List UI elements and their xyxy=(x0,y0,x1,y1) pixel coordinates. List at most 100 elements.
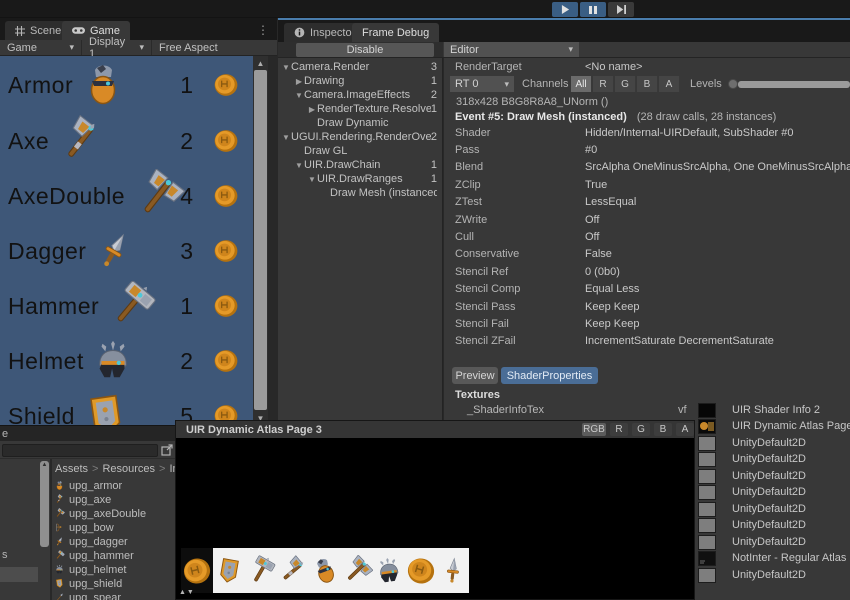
buffer-info: 318x428 B8G8R8A8_UNorm () xyxy=(456,96,608,108)
tree-row[interactable]: ▶ Drawing 1 xyxy=(278,74,442,88)
folder-label-partial[interactable]: s xyxy=(2,549,8,561)
scroll-up-icon[interactable]: ▲ xyxy=(42,461,48,547)
tree-row[interactable]: Draw Mesh (instanced) xyxy=(278,186,442,200)
pause-icon xyxy=(589,6,597,14)
tree-row[interactable]: Draw Dynamic xyxy=(278,116,442,130)
levels-slider[interactable] xyxy=(738,81,850,88)
tree-row[interactable]: ▼ UIR.DrawChain 1 xyxy=(278,158,442,172)
property-label: Blend xyxy=(455,161,585,173)
texture-swatch[interactable] xyxy=(698,535,716,550)
target-dropdown[interactable]: Editor ▾ xyxy=(444,42,579,57)
levels-slider-knob[interactable] xyxy=(728,79,738,89)
channel-b-button[interactable]: B xyxy=(654,423,672,436)
play-icon xyxy=(561,5,570,14)
foldout-open-icon[interactable]: ▼ xyxy=(307,175,317,184)
chevron-down-icon: ▾ xyxy=(69,42,74,53)
channel-a-button[interactable]: A xyxy=(659,76,680,92)
atlas-sprite xyxy=(405,548,437,593)
inventory-row[interactable]: Dagger 3 xyxy=(0,224,253,278)
file-item[interactable]: upg_axeDouble xyxy=(54,507,146,520)
inventory-row[interactable]: Axe 2 xyxy=(0,114,253,168)
texture-swatch[interactable] xyxy=(698,452,716,467)
play-button[interactable] xyxy=(552,2,578,17)
file-item[interactable]: upg_spear xyxy=(54,591,121,600)
breadcrumb-item[interactable]: Assets xyxy=(55,463,88,475)
file-item[interactable]: upg_armor xyxy=(54,479,122,492)
file-item[interactable]: upg_dagger xyxy=(54,535,128,548)
foldout-closed-icon[interactable]: ▶ xyxy=(294,77,304,86)
channel-r-button[interactable]: R xyxy=(610,423,628,436)
kebab-menu-icon[interactable]: ⋮ xyxy=(257,23,269,37)
resize-arrows-icon[interactable]: ▲▼ xyxy=(179,589,195,596)
tree-row[interactable]: ▼ Camera.Render 3 xyxy=(278,60,442,74)
foldout-open-icon[interactable]: ▼ xyxy=(294,161,304,170)
game-dropdown[interactable]: Game ▾ xyxy=(0,40,82,55)
file-item[interactable]: upg_axe xyxy=(54,493,111,506)
texture-swatch[interactable] xyxy=(698,551,716,566)
channel-g-button[interactable]: G xyxy=(632,423,650,436)
tree-row[interactable]: ▼ Camera.ImageEffects 2 xyxy=(278,88,442,102)
item-name: AxeDouble xyxy=(8,183,125,210)
file-item[interactable]: upg_bow xyxy=(54,521,114,534)
tree-row[interactable]: ▼ UGUI.Rendering.RenderOverla 2 xyxy=(278,130,442,144)
tree-row[interactable]: ▶ RenderTexture.ResolveA 1 xyxy=(278,102,442,116)
inventory-row[interactable]: Hammer 1 xyxy=(0,279,253,333)
breadcrumb-item[interactable]: Resources xyxy=(102,463,155,475)
texture-swatch[interactable] xyxy=(698,469,716,484)
shader-properties-button[interactable]: ShaderProperties xyxy=(501,367,598,384)
foldout-open-icon[interactable]: ▼ xyxy=(294,91,304,100)
texture-swatch[interactable] xyxy=(698,403,716,418)
display-dropdown[interactable]: Display 1 ▾ xyxy=(82,40,152,55)
search-input[interactable] xyxy=(2,444,158,457)
project-scrollbar[interactable]: ▲ xyxy=(40,459,50,600)
inventory-row[interactable]: Helmet 2 xyxy=(0,334,253,388)
selected-folder-highlight[interactable] xyxy=(0,567,38,582)
foldout-open-icon[interactable]: ▼ xyxy=(281,133,291,142)
tab-frame-debug[interactable]: Frame Debug xyxy=(352,23,439,42)
foldout-closed-icon[interactable]: ▶ xyxy=(307,105,317,114)
tree-row[interactable]: ▼ UIR.DrawRanges 1 xyxy=(278,172,442,186)
inventory-row[interactable]: AxeDouble 4 xyxy=(0,169,253,223)
game-view: Armor 1 Axe 2 AxeDouble 4 Dagger 3 Hamme… xyxy=(0,56,253,425)
property-value: SrcAlpha OneMinusSrcAlpha, One OneMinusS… xyxy=(585,161,850,173)
file-name: upg_dagger xyxy=(69,536,128,548)
atlas-preview-window[interactable]: UIR Dynamic Atlas Page 3 RGB R G B A xyxy=(175,420,695,600)
file-item[interactable]: upg_shield xyxy=(54,577,122,590)
scrollbar-thumb[interactable] xyxy=(254,70,267,410)
file-item[interactable]: upg_helmet xyxy=(54,563,127,576)
property-row: Blend SrcAlpha OneMinusSrcAlpha, One One… xyxy=(455,159,850,176)
channel-all-button[interactable]: All xyxy=(571,76,592,92)
property-label: Shader xyxy=(455,127,585,139)
inventory-row[interactable]: Armor 1 xyxy=(0,58,253,112)
pause-button[interactable] xyxy=(580,2,606,17)
levels-label: Levels xyxy=(690,78,722,90)
foldout-open-icon[interactable]: ▼ xyxy=(281,63,291,72)
texture-swatch[interactable] xyxy=(698,485,716,500)
channel-r-button[interactable]: R xyxy=(593,76,614,92)
disable-button[interactable]: Disable xyxy=(296,43,434,57)
channel-b-button[interactable]: B xyxy=(637,76,658,92)
event-stats: (28 draw calls, 28 instances) xyxy=(637,111,776,123)
texture-swatch[interactable] xyxy=(698,568,716,583)
game-view-scrollbar[interactable]: ▲ ▼ xyxy=(253,56,268,425)
rt-dropdown[interactable]: RT 0 ▾ xyxy=(450,76,514,92)
channel-g-button[interactable]: G xyxy=(615,76,636,92)
texture-swatch[interactable] xyxy=(698,518,716,533)
aspect-dropdown[interactable]: Free Aspect xyxy=(152,40,225,55)
scrollbar-thumb[interactable]: ▲ xyxy=(40,461,49,547)
partial-tab-label[interactable]: e xyxy=(2,428,8,440)
channel-rgb-button[interactable]: RGB xyxy=(582,423,606,436)
file-item[interactable]: upg_hammer xyxy=(54,549,134,562)
texture-swatch[interactable] xyxy=(698,436,716,451)
texture-row[interactable]: _ShaderInfoTex vf UIR Shader Info 2 xyxy=(444,402,850,418)
scroll-up-icon[interactable]: ▲ xyxy=(253,56,268,70)
step-button[interactable] xyxy=(608,2,634,17)
game-icon xyxy=(72,26,85,35)
texture-swatch[interactable] xyxy=(698,502,716,517)
preview-button[interactable]: Preview xyxy=(452,367,498,384)
texture-swatch[interactable] xyxy=(698,419,716,434)
texture-name: UIR Dynamic Atlas Page xyxy=(732,420,850,432)
tree-row[interactable]: Draw GL xyxy=(278,144,442,158)
channel-a-button[interactable]: A xyxy=(676,423,694,436)
open-in-window-icon[interactable] xyxy=(161,444,173,456)
